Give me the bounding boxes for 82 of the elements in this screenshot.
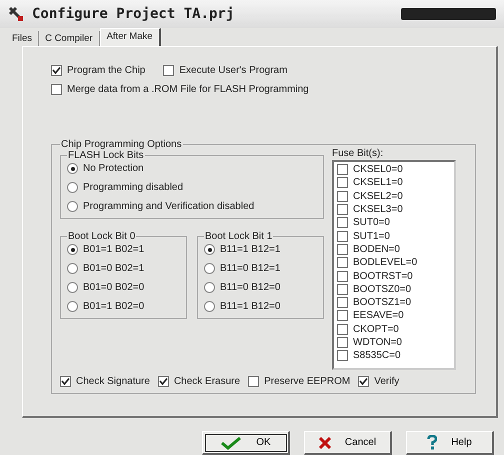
- dialog-button[interactable]: OK: [202, 431, 290, 455]
- tools-icon: [8, 6, 24, 22]
- help-icon: [427, 435, 438, 450]
- checkbox[interactable]: [51, 84, 62, 95]
- checkbox-label: Check Erasure: [174, 376, 240, 387]
- checkbox[interactable]: [337, 297, 348, 308]
- radio-label: B11=0 B12=0: [220, 282, 280, 293]
- checkbox[interactable]: [337, 257, 348, 268]
- radio-label: B11=0 B12=1: [220, 263, 280, 274]
- checkbox[interactable]: [51, 65, 62, 76]
- checkbox[interactable]: [337, 230, 348, 242]
- checkbox[interactable]: [337, 324, 348, 335]
- radio-button[interactable]: [67, 201, 78, 212]
- checkbox-label: Program the Chip: [67, 65, 146, 76]
- tab[interactable]: Files: [6, 31, 40, 46]
- radio-label: B11=1 B12=1: [220, 244, 280, 255]
- check-icon: [220, 436, 242, 450]
- fuse-list[interactable]: CKSEL0=0 CKSEL1=0 CKSEL2=0 CKSEL3=0 SUT0=0 SUT1=0 BODEN=0 BODLEVEL=0 BOOTRST=0 BOOTSZ0=0 BOOTSZ1=0 EESAVE=0 CKOPT=0 WDTON=0 S8535C=0: [332, 160, 456, 370]
- checkbox-label: Merge data from a .ROM File for FLASH Programming: [67, 84, 309, 95]
- checkbox[interactable]: [60, 376, 71, 387]
- radio-label: B01=0 B02=1: [83, 263, 144, 274]
- radio-button[interactable]: [204, 282, 215, 293]
- radio-button[interactable]: [67, 301, 78, 312]
- checkbox-label: Preserve EEPROM: [264, 376, 350, 387]
- checkbox[interactable]: [158, 376, 169, 387]
- list-item: SUT0=0: [353, 217, 390, 228]
- checkbox[interactable]: [248, 376, 260, 387]
- list-item: BOOTSZ0=0: [353, 284, 412, 295]
- checkbox-label: Check Signature: [76, 376, 150, 387]
- close-icon: [318, 436, 331, 448]
- group-title: Chip Programming Options: [60, 139, 183, 150]
- dialog-button[interactable]: Cancel: [304, 431, 392, 455]
- tab[interactable]: After Make: [100, 28, 161, 46]
- list-item: BOOTRST=0: [353, 270, 413, 282]
- list-item: CKSEL0=0: [353, 164, 403, 176]
- radio-label: B01=1 B02=1: [83, 244, 144, 255]
- radio-button[interactable]: [204, 301, 215, 312]
- radio-label: B11=1 B12=0: [220, 301, 280, 312]
- group-title: Boot Lock Bit 0: [67, 231, 136, 242]
- dialog-button[interactable]: Help: [406, 431, 494, 455]
- radio-label: No Protection: [83, 163, 144, 174]
- group-title: Boot Lock Bit 1: [204, 231, 274, 242]
- list-item: BODEN=0: [353, 244, 400, 255]
- list-item: CKSEL2=0: [353, 190, 403, 202]
- window-title: Configure Project TA.prj: [32, 6, 236, 22]
- radio-button[interactable]: [67, 282, 78, 293]
- checkbox[interactable]: [337, 164, 348, 176]
- checkbox-label: Verify: [374, 376, 400, 387]
- group-title: FLASH Lock Bits: [67, 150, 145, 161]
- checkbox[interactable]: [337, 244, 348, 255]
- radio-button[interactable]: [204, 263, 215, 274]
- radio-button[interactable]: [67, 163, 78, 174]
- list-item: CKOPT=0: [353, 324, 399, 335]
- radio-label: B01=0 B02=0: [83, 282, 144, 293]
- radio-label: B01=1 B02=0: [83, 301, 144, 312]
- checkbox[interactable]: [163, 65, 174, 76]
- checkbox[interactable]: [337, 350, 348, 362]
- checkbox[interactable]: [337, 177, 348, 188]
- checkbox[interactable]: [337, 270, 348, 282]
- list-item: WDTON=0: [353, 337, 402, 348]
- radio-label: Programming disabled: [83, 182, 184, 193]
- checkbox[interactable]: [337, 284, 348, 295]
- list-item: BODLEVEL=0: [353, 257, 418, 268]
- radio-button[interactable]: [67, 182, 78, 193]
- list-item: CKSEL3=0: [353, 204, 403, 216]
- list-item: S8535C=0: [353, 350, 401, 362]
- radio-button[interactable]: [204, 244, 215, 255]
- checkbox[interactable]: [337, 310, 348, 322]
- checkbox[interactable]: [337, 337, 348, 348]
- checkbox[interactable]: [358, 376, 370, 387]
- radio-button[interactable]: [67, 244, 78, 255]
- list-item: BOOTSZ1=0: [353, 297, 412, 308]
- list-item: CKSEL1=0: [353, 177, 403, 188]
- radio-label: Programming and Verification disabled: [83, 201, 254, 212]
- checkbox[interactable]: [337, 217, 348, 228]
- checkbox[interactable]: [337, 190, 348, 202]
- list-item: SUT1=0: [353, 230, 390, 242]
- list-title: Fuse Bit(s):: [332, 148, 384, 159]
- checkbox-label: Execute User's Program: [179, 65, 288, 76]
- list-item: EESAVE=0: [353, 310, 404, 322]
- checkbox[interactable]: [337, 204, 348, 216]
- radio-button[interactable]: [67, 263, 78, 274]
